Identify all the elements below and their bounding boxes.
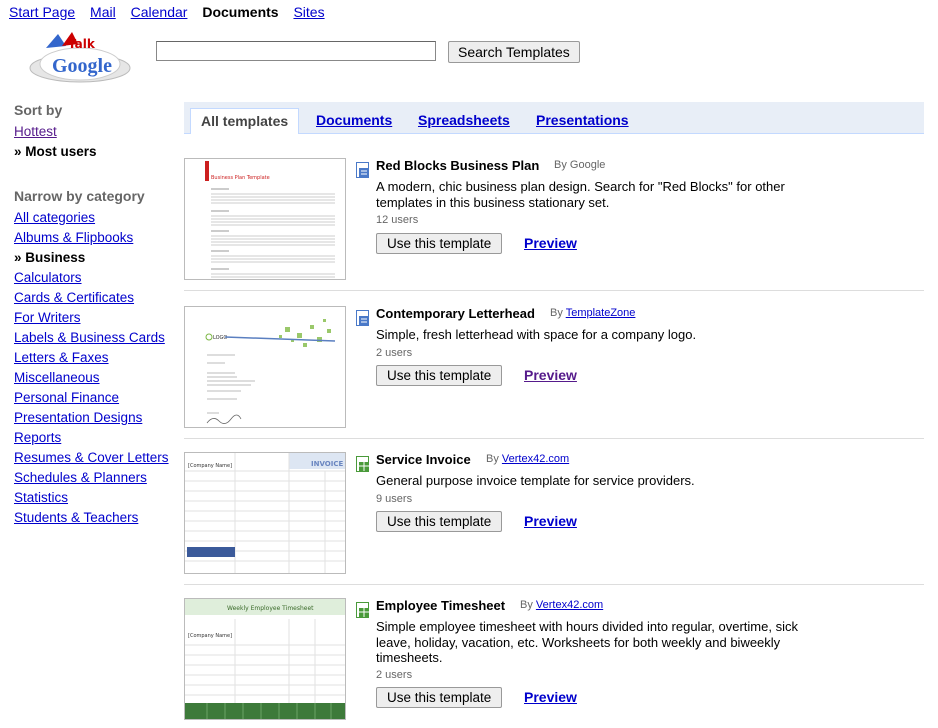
use-template-button[interactable]: Use this template: [376, 365, 503, 386]
divider: [184, 290, 924, 291]
divider: [184, 584, 924, 585]
author-link[interactable]: Vertex42.com: [536, 599, 603, 611]
top-nav: Start Page Mail Calendar Documents Sites: [9, 4, 336, 20]
template-item: Business Plan Template Red Blocks Busine…: [184, 158, 924, 280]
template-item: Weekly Employee Timesheet [Company Name]…: [184, 598, 924, 720]
category-albums[interactable]: Albums & Flipbooks: [14, 230, 133, 245]
category-resumes[interactable]: Resumes & Cover Letters: [14, 450, 169, 465]
template-author: By TemplateZone: [550, 307, 636, 319]
category-schedules[interactable]: Schedules & Planners: [14, 470, 147, 485]
nav-documents: Documents: [202, 4, 279, 20]
nav-calendar[interactable]: Calendar: [131, 4, 188, 20]
tab-spreadsheets[interactable]: Spreadsheets: [418, 112, 510, 128]
document-icon: [356, 310, 369, 326]
use-template-button[interactable]: Use this template: [376, 511, 503, 532]
template-item: LOGO Contemporary Letterhead By Template…: [184, 306, 924, 428]
template-description: Simple, fresh letterhead with space for …: [376, 327, 697, 342]
category-heading: Narrow by category: [14, 188, 145, 204]
template-item: INVOICE [Company Name] Service Invoice B…: [184, 452, 924, 574]
search-input[interactable]: [156, 41, 436, 61]
document-icon: [356, 162, 369, 178]
svg-text:[Company Name]: [Company Name]: [188, 633, 232, 639]
sort-hottest[interactable]: Hottest: [14, 124, 57, 139]
template-title: Red Blocks Business Plan: [376, 158, 540, 173]
template-users: 12 users: [376, 214, 419, 226]
category-reports[interactable]: Reports: [14, 430, 61, 445]
template-users: 2 users: [376, 347, 413, 359]
use-template-button[interactable]: Use this template: [376, 233, 503, 254]
divider: [184, 438, 924, 439]
template-tabs: All templates Documents Spreadsheets Pre…: [184, 102, 924, 134]
nav-mail[interactable]: Mail: [90, 4, 116, 20]
category-writers[interactable]: For Writers: [14, 310, 81, 325]
category-all[interactable]: All categories: [14, 210, 95, 225]
google-talk-logo[interactable]: Talk Google: [28, 26, 132, 84]
category-calculators[interactable]: Calculators: [14, 270, 82, 285]
search-templates-button[interactable]: Search Templates: [448, 41, 580, 63]
category-finance[interactable]: Personal Finance: [14, 390, 119, 405]
tab-presentations[interactable]: Presentations: [536, 112, 629, 128]
svg-text:Business Plan Template: Business Plan Template: [211, 175, 270, 181]
author-link[interactable]: TemplateZone: [566, 307, 636, 319]
template-author: By Vertex42.com: [486, 453, 570, 465]
template-thumbnail[interactable]: INVOICE [Company Name]: [184, 452, 346, 574]
svg-text:[Company Name]: [Company Name]: [188, 463, 232, 469]
template-description: A modern, chic business plan design. Sea…: [376, 179, 785, 210]
category-misc[interactable]: Miscellaneous: [14, 370, 100, 385]
sort-heading: Sort by: [14, 102, 63, 118]
template-title: Employee Timesheet: [376, 598, 506, 613]
preview-link[interactable]: Preview: [524, 513, 577, 529]
category-presentation[interactable]: Presentation Designs: [14, 410, 142, 425]
nav-sites[interactable]: Sites: [293, 4, 324, 20]
template-users: 2 users: [376, 669, 413, 681]
template-description: General purpose invoice template for ser…: [376, 473, 695, 488]
author-link[interactable]: Vertex42.com: [502, 453, 569, 465]
use-template-button[interactable]: Use this template: [376, 687, 503, 708]
preview-link[interactable]: Preview: [524, 367, 577, 383]
nav-start-page[interactable]: Start Page: [9, 4, 75, 20]
template-author: By Vertex42.com: [520, 599, 604, 611]
sort-most-users: » Most users: [14, 144, 97, 159]
template-title: Service Invoice: [376, 452, 471, 467]
spreadsheet-icon: [356, 602, 369, 618]
template-thumbnail[interactable]: Weekly Employee Timesheet [Company Name]: [184, 598, 346, 720]
preview-link[interactable]: Preview: [524, 689, 577, 705]
template-author: By Google: [554, 159, 606, 171]
tab-documents[interactable]: Documents: [316, 112, 392, 128]
svg-text:INVOICE: INVOICE: [311, 460, 343, 468]
template-users: 9 users: [376, 493, 413, 505]
template-thumbnail[interactable]: Business Plan Template: [184, 158, 346, 280]
spreadsheet-icon: [356, 456, 369, 472]
category-cards[interactable]: Cards & Certificates: [14, 290, 134, 305]
template-description: Simple employee timesheet with hours div…: [376, 619, 798, 665]
category-business: » Business: [14, 250, 86, 265]
svg-text:Google: Google: [52, 55, 112, 77]
template-thumbnail[interactable]: LOGO: [184, 306, 346, 428]
sidebar: Sort by Hottest » Most users Narrow by c…: [14, 102, 174, 528]
category-letters[interactable]: Letters & Faxes: [14, 350, 109, 365]
preview-link[interactable]: Preview: [524, 235, 577, 251]
tab-all-templates[interactable]: All templates: [190, 108, 300, 134]
template-title: Contemporary Letterhead: [376, 306, 535, 321]
category-students[interactable]: Students & Teachers: [14, 510, 138, 525]
category-statistics[interactable]: Statistics: [14, 490, 68, 505]
svg-text:LOGO: LOGO: [213, 335, 227, 341]
svg-text:Weekly Employee Timesheet: Weekly Employee Timesheet: [227, 605, 314, 612]
category-labels[interactable]: Labels & Business Cards: [14, 330, 165, 345]
svg-text:Talk: Talk: [68, 37, 96, 51]
